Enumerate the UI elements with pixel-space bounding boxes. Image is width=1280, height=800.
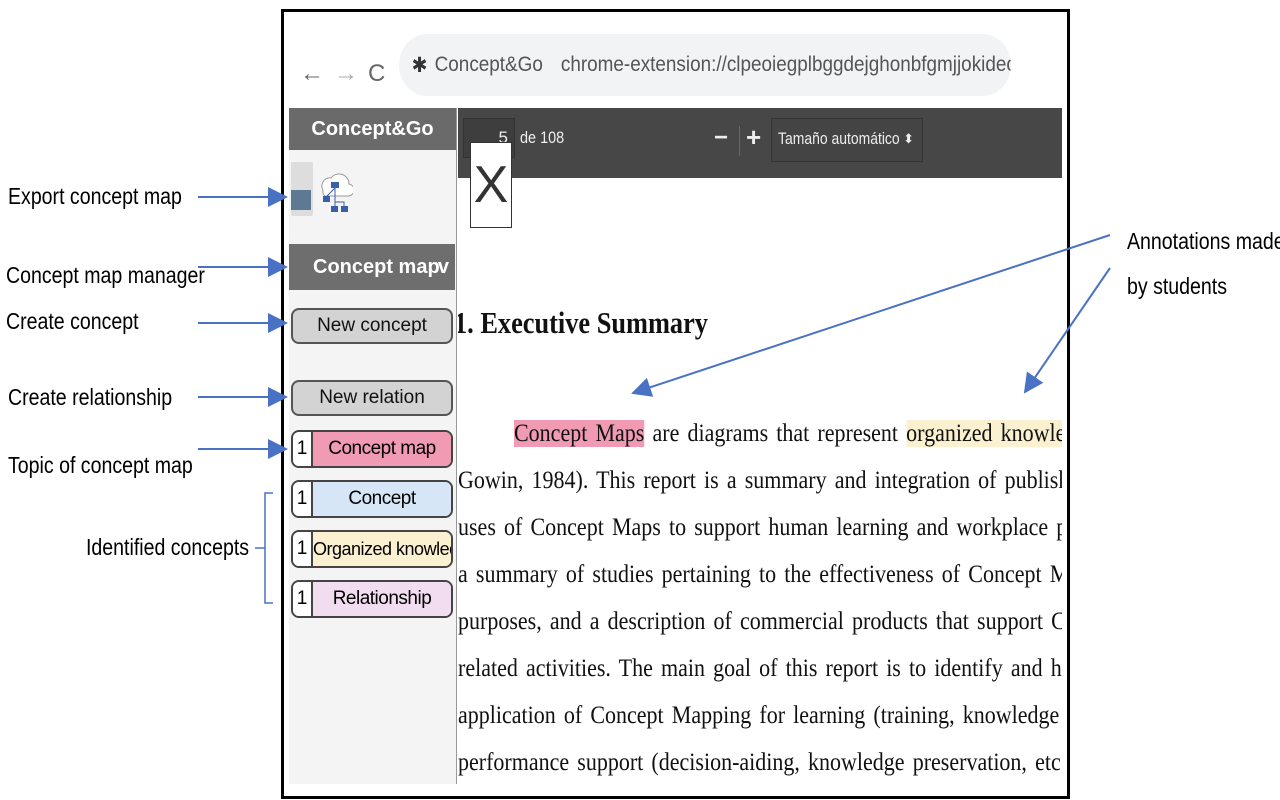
bracket-identified: [255, 492, 273, 604]
arrow-students-2: [1023, 267, 1111, 394]
arrow-students-1: [631, 234, 1111, 397]
annotation-arrows: [198, 187, 1111, 604]
